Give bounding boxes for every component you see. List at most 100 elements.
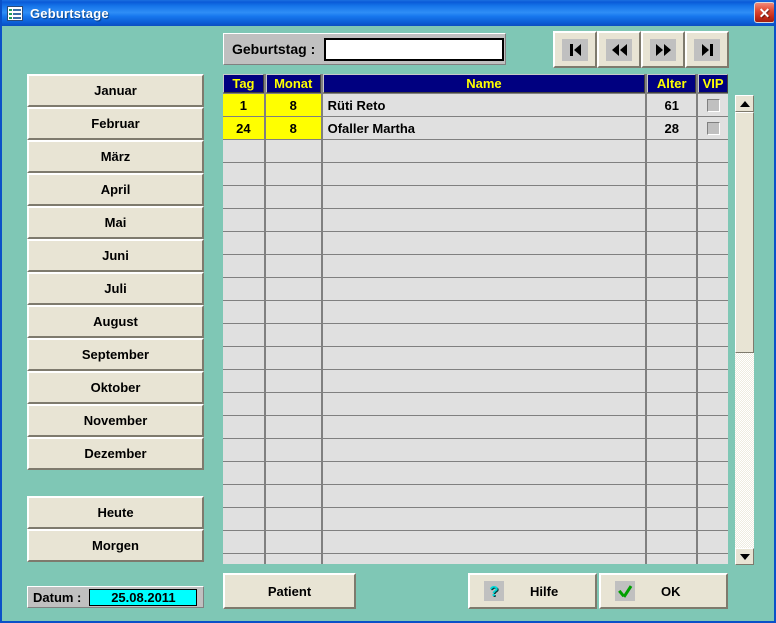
table-cell-tag[interactable] — [223, 554, 264, 564]
table-cell-monat[interactable] — [265, 255, 321, 277]
table-cell-vip[interactable] — [698, 508, 728, 530]
month-button-april[interactable]: April — [27, 173, 204, 206]
column-header-name[interactable]: Name — [322, 74, 646, 93]
table-cell-name[interactable] — [322, 439, 646, 461]
table-row[interactable]: 24 8 Ofaller Martha 28 — [223, 117, 728, 139]
table-cell-alter[interactable] — [647, 393, 697, 415]
table-cell-vip[interactable] — [698, 140, 728, 162]
table-cell-tag[interactable] — [223, 531, 264, 553]
table-cell-monat[interactable] — [265, 186, 321, 208]
table-cell-monat[interactable] — [265, 508, 321, 530]
table-cell-monat[interactable] — [265, 485, 321, 507]
table-cell-vip[interactable] — [698, 462, 728, 484]
vip-checkbox[interactable] — [706, 121, 720, 135]
table-cell-alter[interactable] — [647, 163, 697, 185]
scrollbar-thumb[interactable] — [735, 112, 754, 353]
table-row[interactable] — [223, 301, 728, 323]
table-cell-vip[interactable] — [698, 278, 728, 300]
table-row[interactable] — [223, 485, 728, 507]
table-cell-name[interactable] — [322, 393, 646, 415]
month-button-juli[interactable]: Juli — [27, 272, 204, 305]
table-cell-alter[interactable] — [647, 140, 697, 162]
table-row[interactable] — [223, 209, 728, 231]
table-cell-name[interactable] — [322, 163, 646, 185]
first-record-button[interactable] — [553, 31, 597, 68]
table-cell-alter[interactable] — [647, 370, 697, 392]
table-row[interactable] — [223, 140, 728, 162]
table-cell-name[interactable] — [322, 140, 646, 162]
table-cell-alter[interactable] — [647, 278, 697, 300]
table-cell-vip[interactable] — [698, 324, 728, 346]
tomorrow-button[interactable]: Morgen — [27, 529, 204, 562]
table-cell-name[interactable] — [322, 209, 646, 231]
table-cell-tag[interactable]: 24 — [223, 117, 264, 139]
table-cell-tag[interactable] — [223, 255, 264, 277]
table-cell-name[interactable] — [322, 485, 646, 507]
table-row[interactable] — [223, 439, 728, 461]
table-cell-tag[interactable] — [223, 370, 264, 392]
scroll-down-button[interactable] — [735, 548, 754, 565]
table-cell-name[interactable] — [322, 370, 646, 392]
table-cell-monat[interactable] — [265, 278, 321, 300]
table-row[interactable]: 1 8 Rüti Reto 61 — [223, 94, 728, 116]
table-cell-alter[interactable] — [647, 255, 697, 277]
table-cell-alter[interactable] — [647, 508, 697, 530]
table-cell-tag[interactable] — [223, 324, 264, 346]
table-row[interactable] — [223, 416, 728, 438]
table-cell-alter[interactable] — [647, 347, 697, 369]
table-cell-monat[interactable]: 8 — [265, 94, 321, 116]
table-cell-vip[interactable] — [698, 255, 728, 277]
table-row[interactable] — [223, 554, 728, 564]
table-cell-alter[interactable] — [647, 186, 697, 208]
table-cell-monat[interactable] — [265, 554, 321, 564]
search-input[interactable] — [324, 37, 505, 61]
table-cell-alter[interactable] — [647, 439, 697, 461]
table-row[interactable] — [223, 278, 728, 300]
scrollbar-track[interactable] — [735, 112, 754, 548]
date-value[interactable]: 25.08.2011 — [89, 588, 198, 606]
table-cell-alter[interactable] — [647, 462, 697, 484]
table-row[interactable] — [223, 370, 728, 392]
month-button-juni[interactable]: Juni — [27, 239, 204, 272]
table-cell-monat[interactable] — [265, 416, 321, 438]
table-cell-tag[interactable] — [223, 439, 264, 461]
table-cell-tag[interactable] — [223, 301, 264, 323]
table-cell-vip[interactable] — [698, 416, 728, 438]
table-cell-vip[interactable] — [698, 163, 728, 185]
patient-button[interactable]: Patient — [223, 573, 356, 609]
month-button-mai[interactable]: Mai — [27, 206, 204, 239]
table-cell-vip[interactable] — [698, 393, 728, 415]
table-row[interactable] — [223, 163, 728, 185]
table-cell-monat[interactable] — [265, 462, 321, 484]
column-header-vip[interactable]: VIP — [698, 74, 728, 93]
vip-checkbox[interactable] — [706, 98, 720, 112]
table-cell-monat[interactable]: 8 — [265, 117, 321, 139]
table-cell-alter[interactable] — [647, 324, 697, 346]
table-cell-vip[interactable] — [698, 232, 728, 254]
table-cell-vip[interactable] — [698, 370, 728, 392]
month-button-maerz[interactable]: März — [27, 140, 204, 173]
table-cell-monat[interactable] — [265, 347, 321, 369]
table-cell-monat[interactable] — [265, 531, 321, 553]
table-cell-monat[interactable] — [265, 209, 321, 231]
table-row[interactable] — [223, 508, 728, 530]
table-cell-tag[interactable] — [223, 140, 264, 162]
month-button-oktober[interactable]: Oktober — [27, 371, 204, 404]
table-cell-monat[interactable] — [265, 232, 321, 254]
table-row[interactable] — [223, 462, 728, 484]
table-cell-tag[interactable] — [223, 209, 264, 231]
month-button-november[interactable]: November — [27, 404, 204, 437]
table-cell-monat[interactable] — [265, 301, 321, 323]
table-cell-vip[interactable] — [698, 554, 728, 564]
table-cell-tag[interactable] — [223, 163, 264, 185]
table-cell-name[interactable] — [322, 347, 646, 369]
table-cell-vip[interactable] — [698, 94, 728, 116]
table-cell-name[interactable] — [322, 416, 646, 438]
table-cell-vip[interactable] — [698, 186, 728, 208]
column-header-monat[interactable]: Monat — [265, 74, 321, 93]
table-cell-alter[interactable] — [647, 232, 697, 254]
table-cell-name[interactable] — [322, 531, 646, 553]
table-scrollbar[interactable] — [735, 95, 754, 565]
table-cell-name[interactable] — [322, 554, 646, 564]
table-cell-name[interactable] — [322, 186, 646, 208]
